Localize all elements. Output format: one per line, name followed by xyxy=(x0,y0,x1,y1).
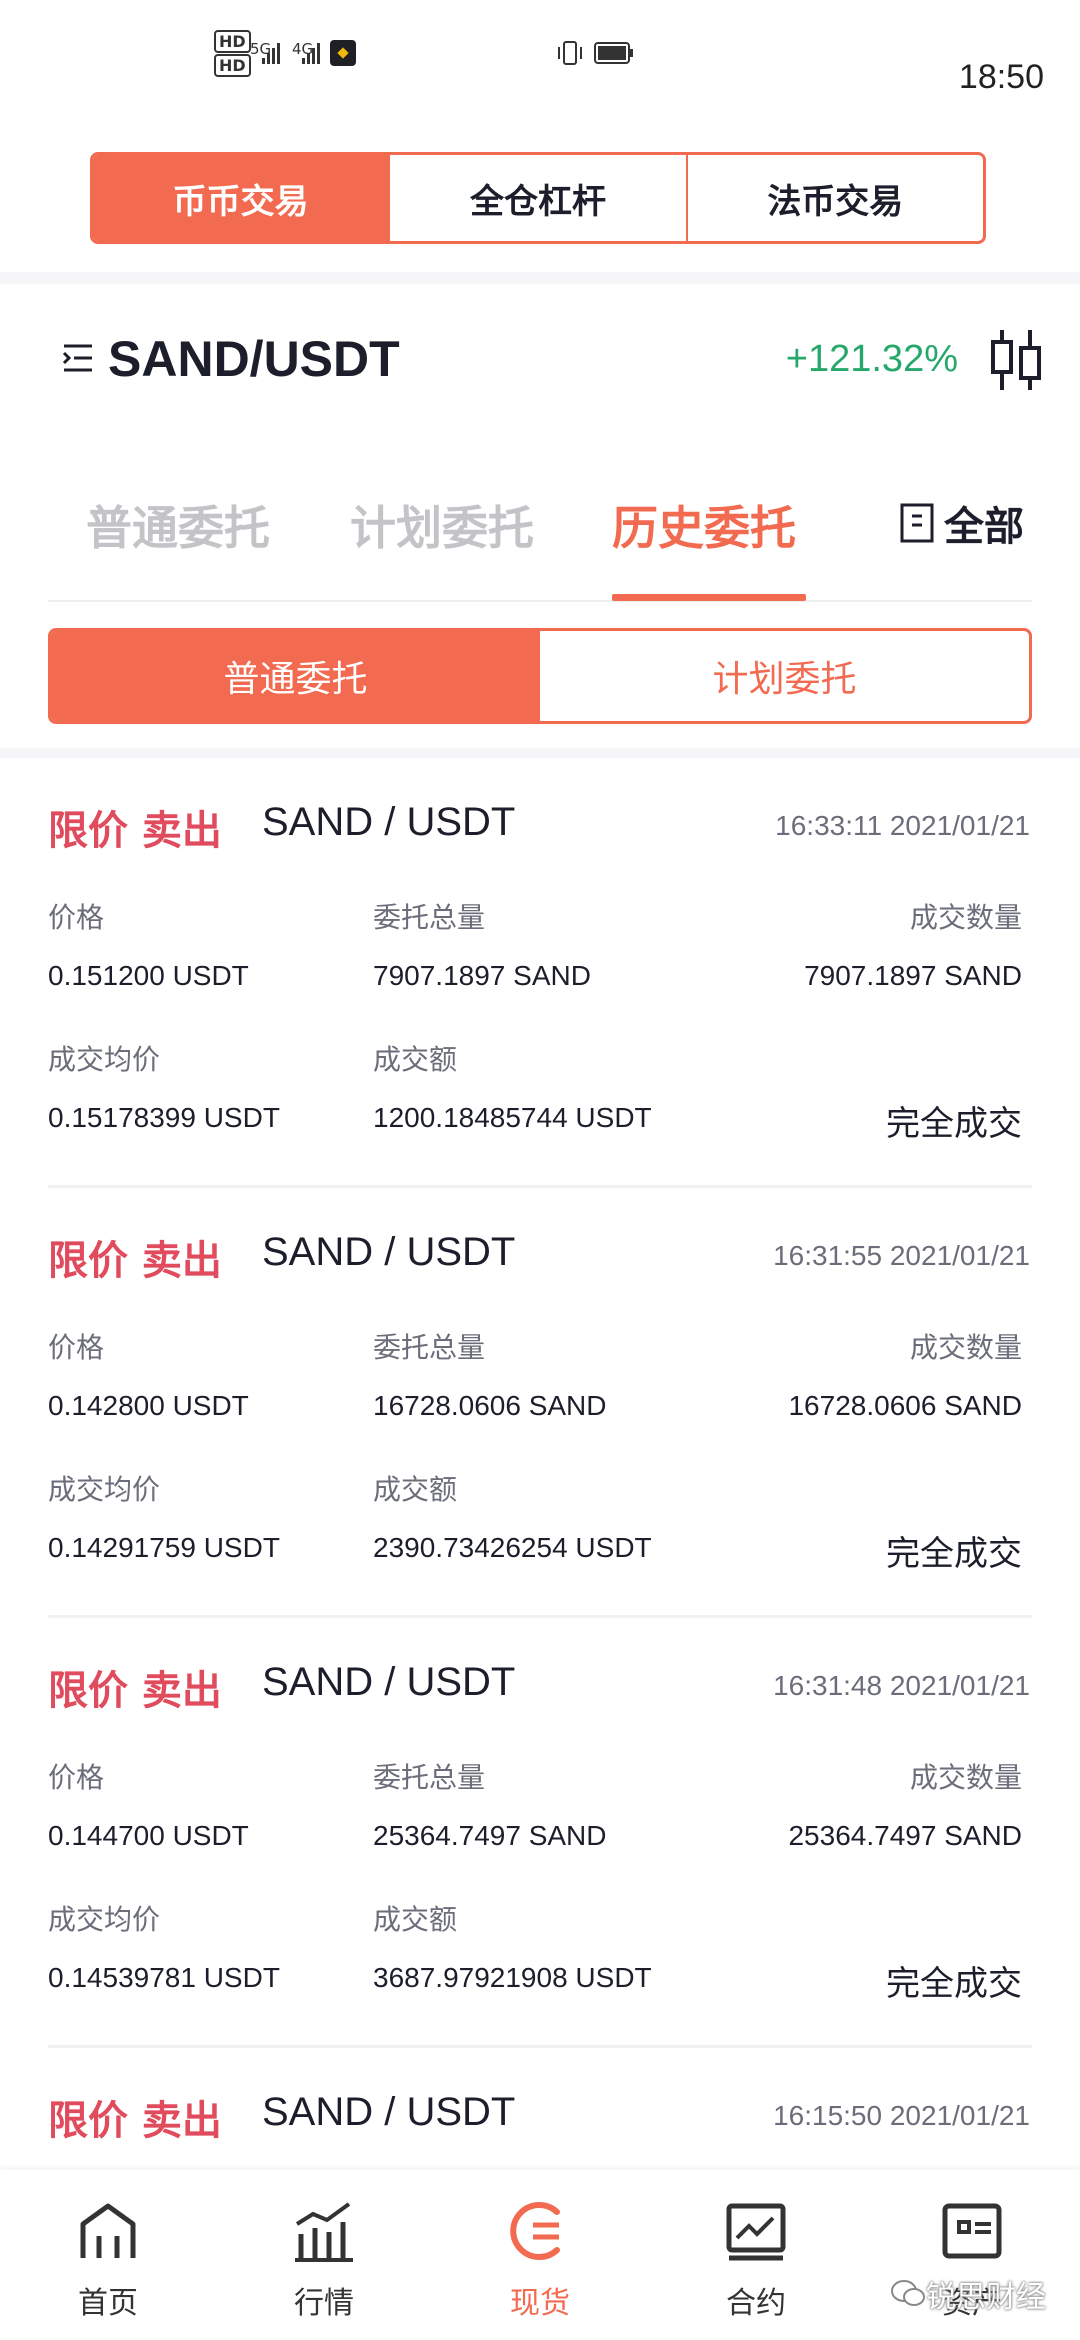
avg-price-label: 成交均价 xyxy=(48,1903,161,1936)
order-status: 完全成交 xyxy=(886,1964,1022,2004)
signal-icon-2 xyxy=(302,43,320,64)
hd-indicator-1: HD xyxy=(214,30,251,53)
status-bar: HD HD 5G 4G 18:50 xyxy=(0,0,1080,150)
order-pair: SAND / USDT xyxy=(262,1660,516,1704)
signal-icon xyxy=(262,43,280,64)
order-history-list: 限价 卖出 SAND / USDT 16:33:11 2021/01/21 价格… xyxy=(0,758,1080,2168)
total-amount-value: 16728.0606 SAND xyxy=(373,1390,607,1421)
filled-qty-value: 16728.0606 SAND xyxy=(788,1390,1022,1421)
watermark-text: 锐思财经 xyxy=(926,2280,1046,2315)
order-time: 16:31:48 2021/01/21 xyxy=(773,1670,1030,1701)
wechat-icon xyxy=(891,2280,925,2306)
filled-value-value: 1200.18485744 USDT xyxy=(373,1102,652,1133)
active-tab-indicator xyxy=(612,594,806,601)
binance-app-icon xyxy=(330,40,356,66)
order-card[interactable]: 限价 卖出 SAND / USDT 16:33:11 2021/01/21 价格… xyxy=(0,758,1080,1188)
order-time: 16:31:55 2021/01/21 xyxy=(773,1240,1030,1271)
subtab-normal-orders[interactable]: 普通委托 xyxy=(51,631,540,721)
price-label: 价格 xyxy=(48,1331,105,1364)
filled-value-label: 成交额 xyxy=(373,1473,458,1506)
price-value: 0.142800 USDT xyxy=(48,1390,249,1421)
nav-contracts-label: 合约 xyxy=(726,2286,786,2321)
market-chart-icon xyxy=(295,2202,353,2262)
total-amount-label: 委托总量 xyxy=(373,1761,486,1794)
total-amount-value: 25364.7497 SAND xyxy=(373,1820,607,1851)
tab-spot-trading[interactable]: 币币交易 xyxy=(93,155,389,241)
spot-icon xyxy=(510,2202,560,2260)
tab-normal-orders[interactable]: 普通委托 xyxy=(86,492,270,558)
home-icon xyxy=(80,2203,136,2258)
hd-indicator-2: HD xyxy=(214,54,251,77)
contract-icon xyxy=(726,2203,786,2261)
tab-fiat-trading[interactable]: 法币交易 xyxy=(685,155,983,241)
nav-contracts[interactable]: 合约 xyxy=(648,2170,864,2340)
order-status: 完全成交 xyxy=(886,1534,1022,1574)
kline-chart-icon[interactable] xyxy=(988,328,1044,392)
filled-qty-label: 成交数量 xyxy=(909,1761,1022,1794)
total-amount-label: 委托总量 xyxy=(373,901,486,934)
order-pair: SAND / USDT xyxy=(262,1230,516,1274)
filled-qty-label: 成交数量 xyxy=(909,1331,1022,1364)
nav-home[interactable]: 首页 xyxy=(0,2170,216,2340)
price-value: 0.151200 USDT xyxy=(48,960,249,991)
avg-price-value: 0.14539781 USDT xyxy=(48,1962,280,1993)
price-label: 价格 xyxy=(48,1761,105,1794)
order-pair: SAND / USDT xyxy=(262,2090,516,2134)
battery-icon xyxy=(594,42,633,64)
order-time: 16:15:50 2021/01/21 xyxy=(773,2100,1030,2131)
tab-order-history[interactable]: 历史委托 xyxy=(612,492,796,558)
subtab-plan-orders[interactable]: 计划委托 xyxy=(540,631,1029,721)
tab-plan-orders[interactable]: 计划委托 xyxy=(350,492,534,558)
price-value: 0.144700 USDT xyxy=(48,1820,249,1851)
history-type-switch: 普通委托 计划委托 xyxy=(48,628,1032,724)
trade-mode-switch: 币币交易 全仓杠杆 法币交易 xyxy=(90,152,986,244)
price-change: +121.32% xyxy=(785,338,958,380)
filled-value-value: 2390.73426254 USDT xyxy=(373,1532,652,1563)
section-divider-2 xyxy=(0,748,1080,758)
document-filter-icon xyxy=(900,503,934,543)
tab-cross-margin[interactable]: 全仓杠杆 xyxy=(388,155,685,241)
nav-spot[interactable]: 现货 xyxy=(432,2170,648,2340)
filled-value-value: 3687.97921908 USDT xyxy=(373,1962,652,1993)
nav-markets-label: 行情 xyxy=(294,2286,354,2321)
filled-value-label: 成交额 xyxy=(373,1903,458,1936)
nav-spot-label: 现货 xyxy=(510,2286,570,2321)
total-amount-label: 委托总量 xyxy=(373,1331,486,1364)
wallet-icon xyxy=(942,2203,1002,2259)
order-status: 完全成交 xyxy=(886,1104,1022,1144)
order-card[interactable]: 限价 卖出 SAND / USDT 16:31:48 2021/01/21 价格… xyxy=(0,1618,1080,2048)
nav-home-label: 首页 xyxy=(78,2286,138,2321)
watermark: 锐思财经 xyxy=(890,2272,1046,2316)
filled-value-label: 成交额 xyxy=(373,1043,458,1076)
clock: 18:50 xyxy=(958,58,1044,96)
order-time: 16:33:11 2021/01/21 xyxy=(775,810,1030,841)
order-type: 限价 卖出 xyxy=(48,1238,222,1284)
order-card[interactable]: 限价 卖出 SAND / USDT 16:31:55 2021/01/21 价格… xyxy=(0,1188,1080,1618)
vibrate-icon xyxy=(558,41,582,65)
avg-price-label: 成交均价 xyxy=(48,1473,161,1506)
order-type: 限价 卖出 xyxy=(48,1668,222,1714)
price-label: 价格 xyxy=(48,901,105,934)
nav-markets[interactable]: 行情 xyxy=(216,2170,432,2340)
tabs-divider xyxy=(48,600,1032,602)
pair-menu-icon[interactable] xyxy=(62,340,98,376)
filter-all-button[interactable]: 全部 xyxy=(900,494,1024,552)
total-amount-value: 7907.1897 SAND xyxy=(373,960,591,991)
avg-price-value: 0.15178399 USDT xyxy=(48,1102,280,1133)
order-type: 限价 卖出 xyxy=(48,2098,222,2144)
filled-qty-value: 25364.7497 SAND xyxy=(788,1820,1022,1851)
filter-label: 全部 xyxy=(944,504,1024,550)
avg-price-value: 0.14291759 USDT xyxy=(48,1532,280,1563)
order-card[interactable]: 限价 卖出 SAND / USDT 16:15:50 2021/01/21 xyxy=(0,2048,1080,2168)
filled-qty-value: 7907.1897 SAND xyxy=(804,960,1022,991)
filled-qty-label: 成交数量 xyxy=(909,901,1022,934)
order-type: 限价 卖出 xyxy=(48,808,222,854)
section-divider xyxy=(0,272,1080,284)
pair-title[interactable]: SAND/USDT xyxy=(108,330,400,388)
avg-price-label: 成交均价 xyxy=(48,1043,161,1076)
order-pair: SAND / USDT xyxy=(262,800,516,844)
